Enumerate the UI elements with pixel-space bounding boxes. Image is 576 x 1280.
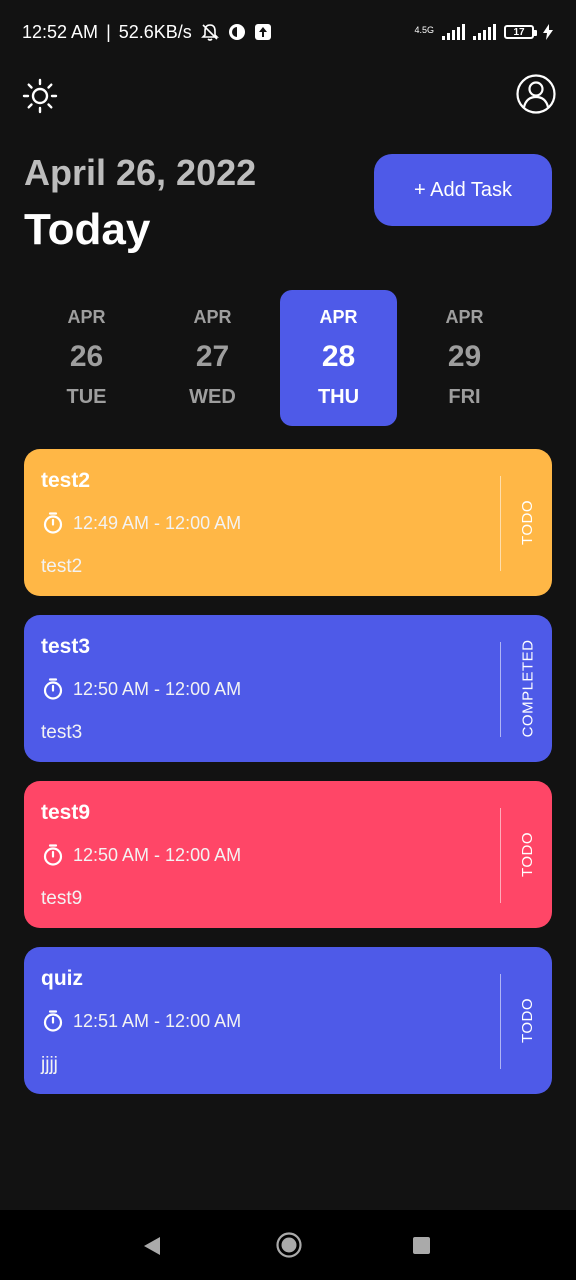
- charging-icon: [543, 24, 553, 40]
- status-bar: 12:52 AM | 52.6KB/s 4.5G 17: [0, 0, 576, 64]
- task-note: test3: [41, 722, 83, 743]
- date-day: 29: [447, 340, 482, 373]
- date-item[interactable]: APR 27 WED: [154, 290, 271, 426]
- task-status: TODO: [512, 781, 544, 928]
- back-icon[interactable]: [142, 1235, 162, 1257]
- battery-level: 17: [513, 26, 525, 38]
- task-status-label: TODO: [519, 499, 537, 546]
- mute-bell-icon: [200, 24, 219, 41]
- date-item[interactable]: APR 29 FRI: [406, 290, 523, 426]
- date-month: APR: [319, 307, 358, 327]
- date-day: 26: [69, 340, 104, 373]
- timer-icon: [43, 678, 63, 700]
- current-date: April 26, 2022: [24, 152, 257, 193]
- task-title: quiz: [41, 967, 83, 990]
- task-note: test9: [41, 888, 83, 909]
- timer-icon: [43, 512, 63, 534]
- task-time-row: 12:49 AM - 12:00 AM: [41, 511, 241, 535]
- system-nav-bar: [0, 1210, 576, 1280]
- task-status-label: COMPLETED: [519, 639, 537, 738]
- app-bar: [0, 72, 576, 122]
- app-icon: [228, 24, 245, 40]
- task-title: test3: [41, 635, 91, 658]
- date-weekday: WED: [189, 386, 236, 408]
- task-status: TODO: [512, 449, 544, 596]
- task-time-row: 12:50 AM - 12:00 AM: [41, 677, 241, 701]
- date-month: APR: [445, 307, 484, 327]
- status-separator: |: [106, 21, 111, 42]
- page-title: Today: [24, 205, 151, 254]
- status-left: 12:52 AM | 52.6KB/s: [22, 22, 272, 43]
- task-time: 12:51 AM - 12:00 AM: [73, 1010, 242, 1031]
- date-weekday: THU: [317, 386, 360, 408]
- status-speed: 52.6KB/s: [118, 21, 192, 42]
- date-month: APR: [193, 307, 232, 327]
- task-status: TODO: [512, 947, 544, 1094]
- status-time: 12:52 AM: [22, 21, 99, 42]
- timer-icon: [43, 1010, 63, 1032]
- timer-icon: [43, 844, 63, 866]
- divider: [500, 808, 501, 903]
- date-month: APR: [67, 307, 106, 327]
- task-card[interactable]: test9 12:50 AM - 12:00 AM test9 TODO: [24, 781, 552, 928]
- task-time: 12:49 AM - 12:00 AM: [73, 512, 242, 533]
- date-day: 28: [321, 340, 356, 373]
- network-type: 4.5G: [414, 25, 434, 35]
- divider: [500, 642, 501, 737]
- date-weekday: TUE: [66, 386, 107, 408]
- task-status-label: TODO: [519, 831, 537, 878]
- divider: [500, 476, 501, 571]
- task-note: test2: [41, 556, 83, 577]
- upload-icon: [254, 24, 271, 40]
- home-icon[interactable]: [276, 1232, 302, 1258]
- task-time-row: 12:50 AM - 12:00 AM: [41, 843, 241, 867]
- profile-icon[interactable]: [516, 74, 556, 114]
- task-title: test9: [41, 801, 91, 824]
- task-time: 12:50 AM - 12:00 AM: [73, 844, 242, 865]
- sun-icon[interactable]: [22, 78, 58, 114]
- task-card[interactable]: test2 12:49 AM - 12:00 AM test2 TODO: [24, 449, 552, 596]
- signal-2-icon: [473, 24, 496, 40]
- status-right: 4.5G 17: [414, 23, 554, 41]
- signal-icon: [442, 24, 465, 40]
- date-item-selected[interactable]: APR 28 THU: [280, 290, 397, 426]
- task-title: test2: [41, 469, 91, 492]
- add-task-button[interactable]: + Add Task: [374, 154, 552, 226]
- date-day: 27: [195, 340, 230, 373]
- task-card[interactable]: quiz 12:51 AM - 12:00 AM jjjj TODO: [24, 947, 552, 1094]
- recent-apps-icon[interactable]: [413, 1237, 430, 1254]
- date-picker: APR 26 TUE APR 27 WED APR 28 THU APR 29 …: [24, 290, 564, 428]
- task-time-row: 12:51 AM - 12:00 AM: [41, 1009, 241, 1033]
- task-status: COMPLETED: [512, 615, 544, 762]
- battery-icon: 17: [504, 25, 537, 39]
- date-weekday: FRI: [448, 386, 481, 408]
- task-card[interactable]: test3 12:50 AM - 12:00 AM test3 COMPLETE…: [24, 615, 552, 762]
- divider: [500, 974, 501, 1069]
- task-status-label: TODO: [519, 997, 537, 1044]
- task-note: jjjj: [41, 1054, 58, 1075]
- task-time: 12:50 AM - 12:00 AM: [73, 678, 242, 699]
- date-item[interactable]: APR 26 TUE: [28, 290, 145, 426]
